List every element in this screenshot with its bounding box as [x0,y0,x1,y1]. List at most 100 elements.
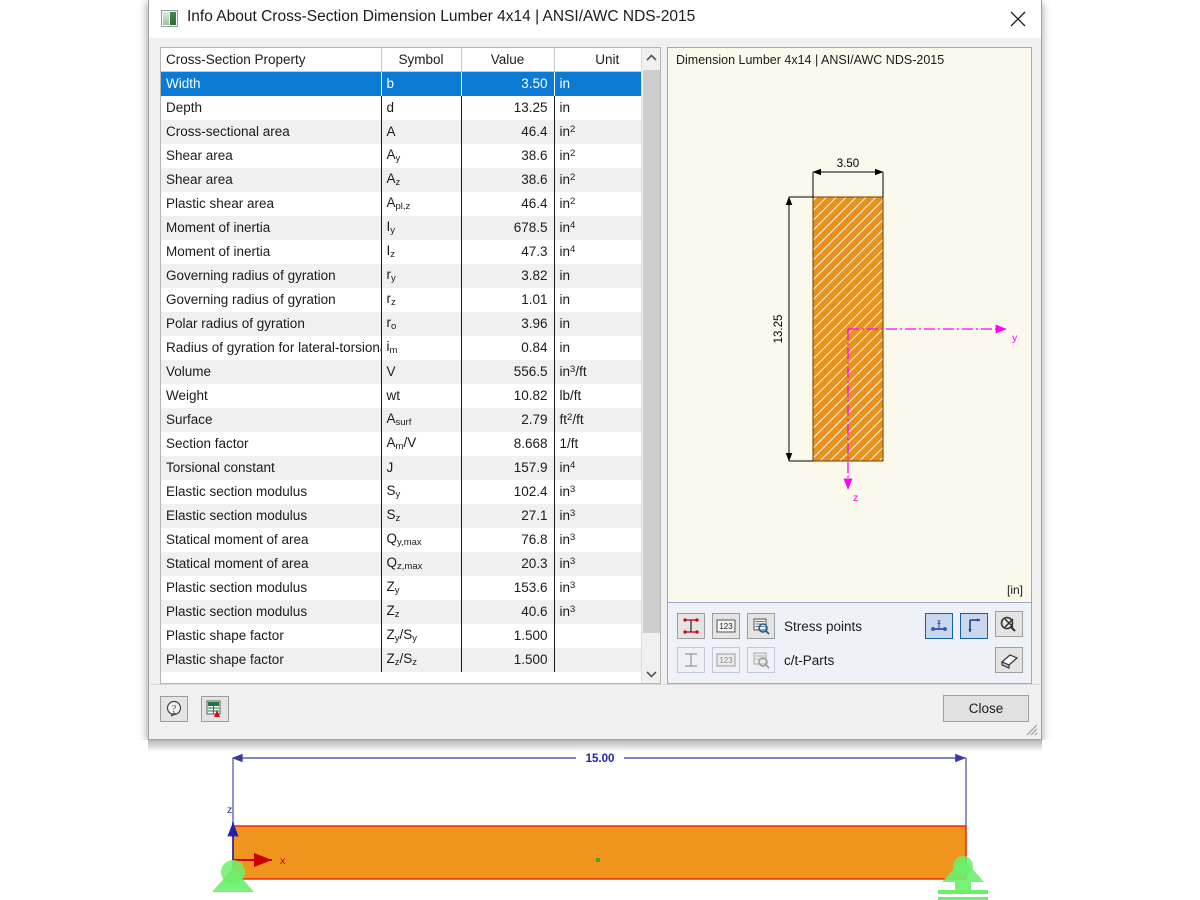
table-row[interactable]: Polar radius of gyrationro3.96in [161,312,660,336]
table-row[interactable]: Statical moment of areaQy,max76.8in3 [161,528,660,552]
table-row[interactable]: Plastic section modulusZy153.6in3 [161,576,660,600]
cell-symbol: rz [381,288,461,312]
cell-symbol: ro [381,312,461,336]
cell-symbol: V [381,360,461,384]
table-row[interactable]: Governing radius of gyrationry3.82in [161,264,660,288]
table-row[interactable]: Shear areaAy38.6in2 [161,144,660,168]
stress-points-inspect-icon[interactable] [747,613,775,639]
dimension-lines-toggle[interactable]: x [925,613,953,639]
excel-export-icon[interactable] [201,696,229,722]
table-row[interactable]: Radius of gyration for lateral-torsional… [161,336,660,360]
beam-axis-x-label: x [280,855,286,867]
table-row[interactable]: SurfaceAsurf2.79ft2/ft [161,408,660,432]
cell-value: 1.500 [461,624,554,648]
cell-value: 40.6 [461,600,554,624]
cell-symbol: Sy [381,480,461,504]
cell-value: 38.6 [461,144,554,168]
cell-value: 3.96 [461,312,554,336]
beam-span-label: 15.00 [586,753,615,765]
cell-value: 76.8 [461,528,554,552]
cell-property: Plastic shear area [161,192,381,216]
cell-value: 2.79 [461,408,554,432]
depth-dimension-label: 13.25 [773,315,785,344]
close-button[interactable]: Close [943,695,1029,722]
cell-symbol: b [381,72,461,96]
ct-parts-inspect-icon[interactable] [747,647,775,673]
hide-axes-icon[interactable] [995,611,1023,637]
window-title: Info About Cross-Section Dimension Lumbe… [187,8,695,26]
column-header-property[interactable]: Cross-Section Property [161,48,381,72]
cell-symbol: Zz/Sz [381,648,461,672]
table-row[interactable]: Depthd13.25in [161,96,660,120]
table-row[interactable]: Shear areaAz38.6in2 [161,168,660,192]
cell-symbol: Sz [381,504,461,528]
cell-value: 8.668 [461,432,554,456]
column-header-symbol[interactable]: Symbol [381,48,461,72]
resize-grip[interactable] [1024,722,1038,736]
axis-z-label: z [853,492,858,504]
close-icon[interactable] [995,0,1041,37]
beam-model-view[interactable]: 15.00 z x [0,740,1200,900]
scroll-up-icon[interactable] [642,48,661,67]
table-row[interactable]: Plastic shear areaApl,z46.4in2 [161,192,660,216]
cell-value: 10.82 [461,384,554,408]
cell-symbol: im [381,336,461,360]
cell-property: Governing radius of gyration [161,264,381,288]
cell-property: Plastic section modulus [161,576,381,600]
table-row[interactable]: Plastic section modulusZz40.6in3 [161,600,660,624]
table-row[interactable]: Cross-sectional areaA46.4in2 [161,120,660,144]
cell-property: Plastic section modulus [161,600,381,624]
stress-points-numbers-icon[interactable]: 123 [712,613,740,639]
cell-symbol: Iy [381,216,461,240]
axes-toggle[interactable] [960,613,988,639]
stress-points-label: Stress points [784,619,862,634]
cell-property: Statical moment of area [161,528,381,552]
table-row[interactable]: Plastic shape factorZz/Sz1.500 [161,648,660,672]
cell-value: 1.500 [461,648,554,672]
table-row[interactable]: Elastic section modulusSy102.4in3 [161,480,660,504]
table-row[interactable]: Elastic section modulusSz27.1in3 [161,504,660,528]
cell-symbol: wt [381,384,461,408]
table-row[interactable]: Torsional constantJ157.9in4 [161,456,660,480]
cross-section-properties-table[interactable]: Cross-Section Property Symbol Value Unit… [160,47,661,684]
cell-value: 20.3 [461,552,554,576]
cell-property: Torsional constant [161,456,381,480]
cell-symbol: d [381,96,461,120]
cell-value: 46.4 [461,192,554,216]
cell-symbol: ry [381,264,461,288]
table-row[interactable]: VolumeV556.5in3/ft [161,360,660,384]
cell-property: Shear area [161,144,381,168]
table-row[interactable]: Governing radius of gyrationrz1.01in [161,288,660,312]
cross-section-graphics-panel[interactable]: Dimension Lumber 4x14 | ANSI/AWC NDS-201… [667,47,1032,684]
ct-parts-show-icon[interactable] [677,647,705,673]
cell-value: 556.5 [461,360,554,384]
table-row[interactable]: Widthb3.50in [161,72,660,96]
cell-value: 47.3 [461,240,554,264]
help-icon[interactable]: ? [160,696,188,722]
table-row[interactable]: Moment of inertiaIz47.3in4 [161,240,660,264]
stress-points-show-icon[interactable] [677,613,705,639]
table-scrollbar[interactable] [641,48,661,683]
print-icon[interactable] [995,647,1023,673]
cell-property: Shear area [161,168,381,192]
cell-property: Width [161,72,381,96]
column-header-value[interactable]: Value [461,48,554,72]
cell-value: 27.1 [461,504,554,528]
cell-value: 3.50 [461,72,554,96]
scroll-down-icon[interactable] [642,664,661,683]
cell-value: 157.9 [461,456,554,480]
ct-parts-numbers-icon[interactable]: 123 [712,647,740,673]
cell-symbol: Qz,max [381,552,461,576]
table-row[interactable]: Moment of inertiaIy678.5in4 [161,216,660,240]
table-row[interactable]: Section factorAm/V8.6681/ft [161,432,660,456]
scrollbar-thumb[interactable] [643,70,660,633]
cell-property: Polar radius of gyration [161,312,381,336]
cell-symbol: J [381,456,461,480]
cell-symbol: Asurf [381,408,461,432]
table-row[interactable]: Weightwt10.82lb/ft [161,384,660,408]
table-header-row: Cross-Section Property Symbol Value Unit [161,48,660,72]
cell-property: Governing radius of gyration [161,288,381,312]
table-row[interactable]: Statical moment of areaQz,max20.3in3 [161,552,660,576]
cell-value: 153.6 [461,576,554,600]
table-row[interactable]: Plastic shape factorZy/Sy1.500 [161,624,660,648]
